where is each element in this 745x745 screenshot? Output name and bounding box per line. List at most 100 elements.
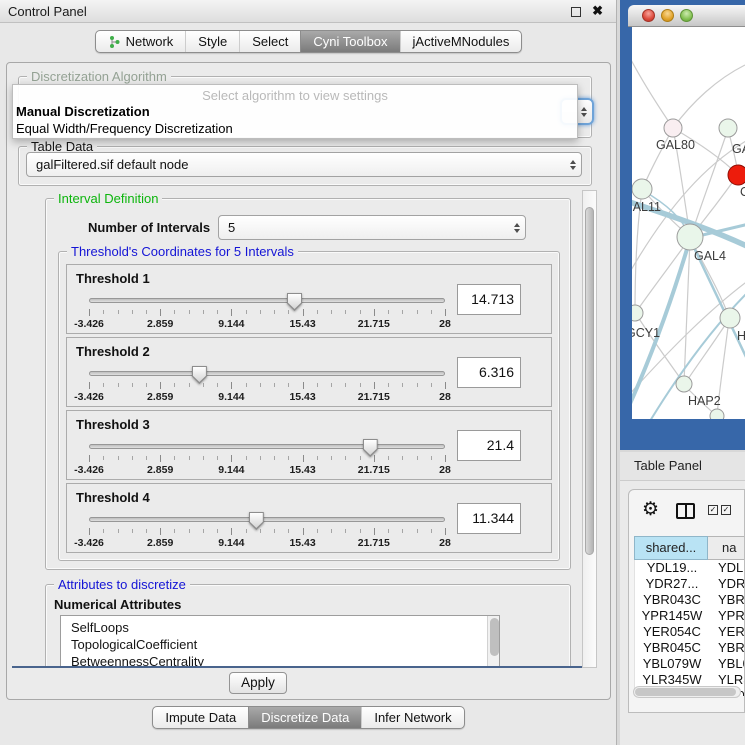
network-node-label: GAL4 xyxy=(694,249,726,263)
tab-network[interactable]: Network xyxy=(96,31,186,52)
tab-discretize-data[interactable]: Discretize Data xyxy=(248,707,361,728)
minor-tick xyxy=(402,456,403,460)
slider-thumb[interactable] xyxy=(249,512,264,530)
select-columns-icons[interactable]: ✓ ✓ xyxy=(708,505,731,515)
slider-thumb[interactable] xyxy=(192,366,207,384)
tab-label: Impute Data xyxy=(165,710,236,725)
combo-stepper-icon xyxy=(514,223,520,233)
network-node[interactable] xyxy=(710,409,724,419)
table-panel-title: Table Panel xyxy=(634,452,702,480)
minor-tick xyxy=(317,456,318,460)
apply-button[interactable]: Apply xyxy=(229,672,287,694)
tab-label: Network xyxy=(126,34,174,49)
checkbox-icon[interactable]: ✓ xyxy=(721,505,731,515)
table-row[interactable]: YPR145WYPR1 xyxy=(635,608,745,624)
threshold-value-field[interactable]: 21.4 xyxy=(457,430,521,461)
network-node-gal4[interactable] xyxy=(677,224,703,250)
gear-icon[interactable]: ⚙ xyxy=(642,497,659,523)
table-row[interactable]: YDR27...YDR2 xyxy=(635,576,745,592)
dropdown-placeholder: Select algorithm to view settings xyxy=(13,88,577,103)
threshold-value-field[interactable]: 6.316 xyxy=(457,357,521,388)
number-of-intervals-combo[interactable]: 5 xyxy=(218,215,526,240)
dropdown-option-manual-discretization[interactable]: Manual Discretization xyxy=(16,104,150,119)
zoom-traffic-light[interactable] xyxy=(680,9,693,22)
network-node-c[interactable] xyxy=(728,165,745,185)
table-row[interactable]: YBR043CYBR0 xyxy=(635,592,745,608)
close-icon[interactable]: ✖ xyxy=(592,3,603,19)
minor-tick xyxy=(146,529,147,533)
minimize-traffic-light[interactable] xyxy=(661,9,674,22)
slider-thumb[interactable] xyxy=(287,293,302,311)
column-header-shared-name[interactable]: shared... xyxy=(634,536,708,560)
minor-tick xyxy=(402,310,403,314)
network-node-gal[interactable] xyxy=(719,119,737,137)
network-node-label: GAL11 xyxy=(632,200,661,214)
bottom-tab-bar: Impute Data Discretize DataInfer Network xyxy=(0,706,617,729)
cell-shared-name[interactable]: YBR045C xyxy=(635,640,709,656)
dropdown-option-equal-width-frequency[interactable]: Equal Width/Frequency Discretization xyxy=(16,121,233,136)
attribute-item-selfloops[interactable]: SelfLoops xyxy=(61,619,499,636)
network-node-gal80[interactable] xyxy=(664,119,682,137)
minor-tick xyxy=(360,310,361,314)
columns-icon[interactable] xyxy=(676,503,695,519)
table-row[interactable]: YBR045CYBR0 xyxy=(635,640,745,656)
cell-shared-name[interactable]: YER054C xyxy=(635,624,709,640)
close-traffic-light[interactable] xyxy=(642,9,655,22)
threshold-slider[interactable]: -3.4262.8599.14415.4321.71528 xyxy=(89,293,445,333)
float-window-icon[interactable] xyxy=(571,7,581,17)
cell-name[interactable]: YPR1 xyxy=(709,608,745,624)
tab-infer-network[interactable]: Infer Network xyxy=(361,707,463,728)
network-node-h[interactable] xyxy=(720,308,740,328)
tab-select[interactable]: Select xyxy=(239,31,300,52)
tab-cyni-toolbox[interactable]: Cyni Toolbox xyxy=(300,31,399,52)
tab-jactivemnodules[interactable]: jActiveMNodules xyxy=(400,31,522,52)
network-node-gal11[interactable] xyxy=(632,179,652,199)
cell-name[interactable]: YBL0 xyxy=(709,656,745,672)
cell-shared-name[interactable]: YPR145W xyxy=(635,608,709,624)
network-canvas[interactable]: GAL80GALCGAL11GAL4GCY1HHAP2 xyxy=(632,27,745,419)
table-row[interactable]: YBL079WYBL0 xyxy=(635,656,745,672)
minor-tick xyxy=(360,383,361,387)
network-node-gcy1[interactable] xyxy=(632,305,643,321)
table-row[interactable]: YDL19...YDL1 xyxy=(635,560,745,576)
cell-name[interactable]: YDR2 xyxy=(709,576,745,592)
table-horizontal-scrollbar[interactable] xyxy=(633,686,741,698)
slider-track[interactable] xyxy=(89,371,445,376)
minor-tick xyxy=(288,456,289,460)
attributes-scrollbar[interactable] xyxy=(487,616,499,668)
table-hscrollbar-thumb[interactable] xyxy=(635,688,736,696)
cell-name[interactable]: YBR0 xyxy=(709,592,745,608)
threshold-slider[interactable]: -3.4262.8599.14415.4321.71528 xyxy=(89,439,445,479)
table-data-combo[interactable]: galFiltered.sif default node xyxy=(26,152,582,177)
attribute-item-topologicalcoefficient[interactable]: TopologicalCoefficient xyxy=(61,636,499,653)
slider-track[interactable] xyxy=(89,444,445,449)
threshold-slider[interactable]: -3.4262.8599.14415.4321.71528 xyxy=(89,366,445,406)
cell-shared-name[interactable]: YBL079W xyxy=(635,656,709,672)
settings-scrollbar-thumb[interactable] xyxy=(585,207,594,555)
numerical-attributes-list[interactable]: SelfLoopsTopologicalCoefficientBetweenne… xyxy=(60,615,500,668)
column-header-name[interactable]: na xyxy=(708,536,745,560)
slider-track[interactable] xyxy=(89,298,445,303)
threshold-slider[interactable]: -3.4262.8599.14415.4321.71528 xyxy=(89,512,445,552)
network-node-hap2[interactable] xyxy=(676,376,692,392)
cell-shared-name[interactable]: YBR043C xyxy=(635,592,709,608)
minor-tick xyxy=(132,529,133,533)
tab-style[interactable]: Style xyxy=(185,31,239,52)
slider-track[interactable] xyxy=(89,517,445,522)
cell-shared-name[interactable]: YDR27... xyxy=(635,576,709,592)
slider-axis-labels: -3.4262.8599.14415.4321.71528 xyxy=(89,318,445,331)
table-row[interactable]: YER054CYER0 xyxy=(635,624,745,640)
settings-vertical-scrollbar[interactable] xyxy=(582,190,597,668)
control-panel-window: Control Panel ✖ NetworkStyleSelectCyni T… xyxy=(0,0,617,745)
cell-name[interactable]: YER0 xyxy=(709,624,745,640)
cell-name[interactable]: YDL1 xyxy=(709,560,745,576)
slider-thumb[interactable] xyxy=(363,439,378,457)
attributes-scrollbar-thumb[interactable] xyxy=(490,618,499,656)
threshold-value-field[interactable]: 14.713 xyxy=(457,284,521,315)
cell-shared-name[interactable]: YDL19... xyxy=(635,560,709,576)
tab-impute-data[interactable]: Impute Data xyxy=(153,707,248,728)
attribute-item-betweennesscentrality[interactable]: BetweennessCentrality xyxy=(61,653,499,668)
checkbox-icon[interactable]: ✓ xyxy=(708,505,718,515)
cell-name[interactable]: YBR0 xyxy=(709,640,745,656)
threshold-value-field[interactable]: 11.344 xyxy=(457,503,521,534)
